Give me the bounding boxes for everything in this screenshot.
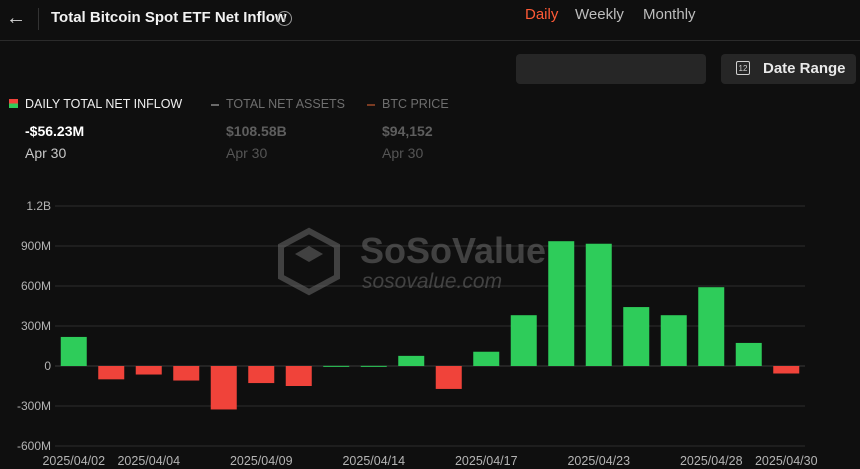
- bar-2025-04-07[interactable]: [173, 366, 200, 381]
- bar-2025-04-11[interactable]: [323, 365, 350, 367]
- bar-2025-04-25[interactable]: [660, 315, 687, 366]
- bar-2025-04-21[interactable]: [510, 315, 537, 366]
- bar-2025-04-15[interactable]: [398, 355, 425, 366]
- bar-2025-04-04[interactable]: [135, 366, 162, 375]
- x-tick-label: 2025/04/09: [230, 454, 293, 468]
- bar-2025-04-10[interactable]: [285, 366, 312, 386]
- sosovalue-watermark: SoSoValue sosovalue.com: [278, 227, 546, 296]
- bar-2025-04-24[interactable]: [623, 307, 650, 366]
- bar-2025-04-23[interactable]: [585, 243, 612, 366]
- watermark-url: sosovalue.com: [362, 270, 502, 293]
- x-tick-label: 2025/04/14: [342, 454, 405, 468]
- bar-2025-04-17[interactable]: [473, 351, 500, 366]
- bar-2025-04-22[interactable]: [548, 241, 575, 366]
- x-tick-label: 2025/04/17: [455, 454, 518, 468]
- y-tick-label: -600M: [17, 439, 51, 453]
- y-tick-label: 0: [44, 359, 51, 373]
- y-tick-label: 1.2B: [26, 199, 51, 213]
- x-tick-label: 2025/04/04: [117, 454, 180, 468]
- y-tick-label: 600M: [21, 279, 51, 293]
- y-axis-ticks: 1.2B 900M 600M 300M 0 -300M -600M: [17, 199, 51, 453]
- sosovalue-logo-icon: [278, 227, 340, 296]
- y-tick-label: 300M: [21, 319, 51, 333]
- x-axis-ticks: 2025/04/02 2025/04/04 2025/04/09 2025/04/14…: [42, 454, 817, 468]
- bar-2025-04-14[interactable]: [360, 365, 387, 367]
- bar-2025-04-08[interactable]: [210, 366, 237, 410]
- bar-2025-04-29[interactable]: [735, 342, 762, 366]
- bar-2025-04-30[interactable]: [773, 366, 800, 374]
- bar-2025-04-09[interactable]: [248, 366, 275, 384]
- bar-2025-04-02[interactable]: [60, 336, 87, 366]
- bar-2025-04-28[interactable]: [698, 287, 725, 366]
- bar-2025-04-16[interactable]: [435, 366, 462, 389]
- y-tick-label: -300M: [17, 399, 51, 413]
- net-inflow-bar-chart: SoSoValue sosovalue.com 1.2B 900M 600M 300M…: [17, 199, 818, 468]
- x-tick-label: 2025/04/23: [567, 454, 630, 468]
- bar-2025-04-03[interactable]: [98, 366, 125, 380]
- x-tick-label: 2025/04/28: [680, 454, 743, 468]
- watermark-brand: SoSoValue: [360, 230, 546, 271]
- y-tick-label: 900M: [21, 239, 51, 253]
- x-tick-label: 2025/04/30: [755, 454, 818, 468]
- x-tick-label: 2025/04/02: [42, 454, 105, 468]
